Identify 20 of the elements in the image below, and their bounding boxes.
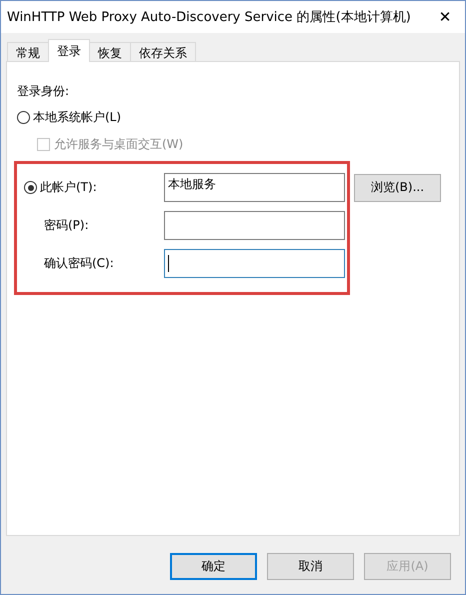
tab[interactable]: 登录: [48, 39, 90, 62]
checkbox-label: 允许服务与桌面交互(W): [54, 136, 184, 152]
radio-label: 此帐户(T):: [40, 179, 97, 196]
tab[interactable]: 依存关系: [130, 42, 196, 62]
field-label: 确认密码(C):: [44, 255, 114, 272]
dialog-button[interactable]: 取消: [267, 553, 354, 580]
radio-button[interactable]: [24, 181, 37, 194]
radio-button[interactable]: [17, 110, 30, 124]
tab[interactable]: 恢复: [89, 42, 131, 62]
confirm-password-field[interactable]: [164, 249, 345, 278]
close-button[interactable]: ✕: [425, 8, 465, 26]
field-label: 密码(P):: [44, 217, 89, 234]
radio-label: 本地系统帐户(L): [33, 108, 122, 126]
window-title: WinHTTP Web Proxy Auto-Discovery Service 的属性(本地计算机): [7, 9, 411, 26]
dialog-button[interactable]: 确定: [170, 553, 257, 580]
section-label: 登录身份:: [17, 82, 70, 100]
account-field[interactable]: 本地服务: [164, 173, 345, 202]
password-field[interactable]: [164, 211, 345, 240]
browse-button[interactable]: 浏览(B)...: [354, 174, 441, 202]
tab[interactable]: 常规: [7, 42, 49, 62]
